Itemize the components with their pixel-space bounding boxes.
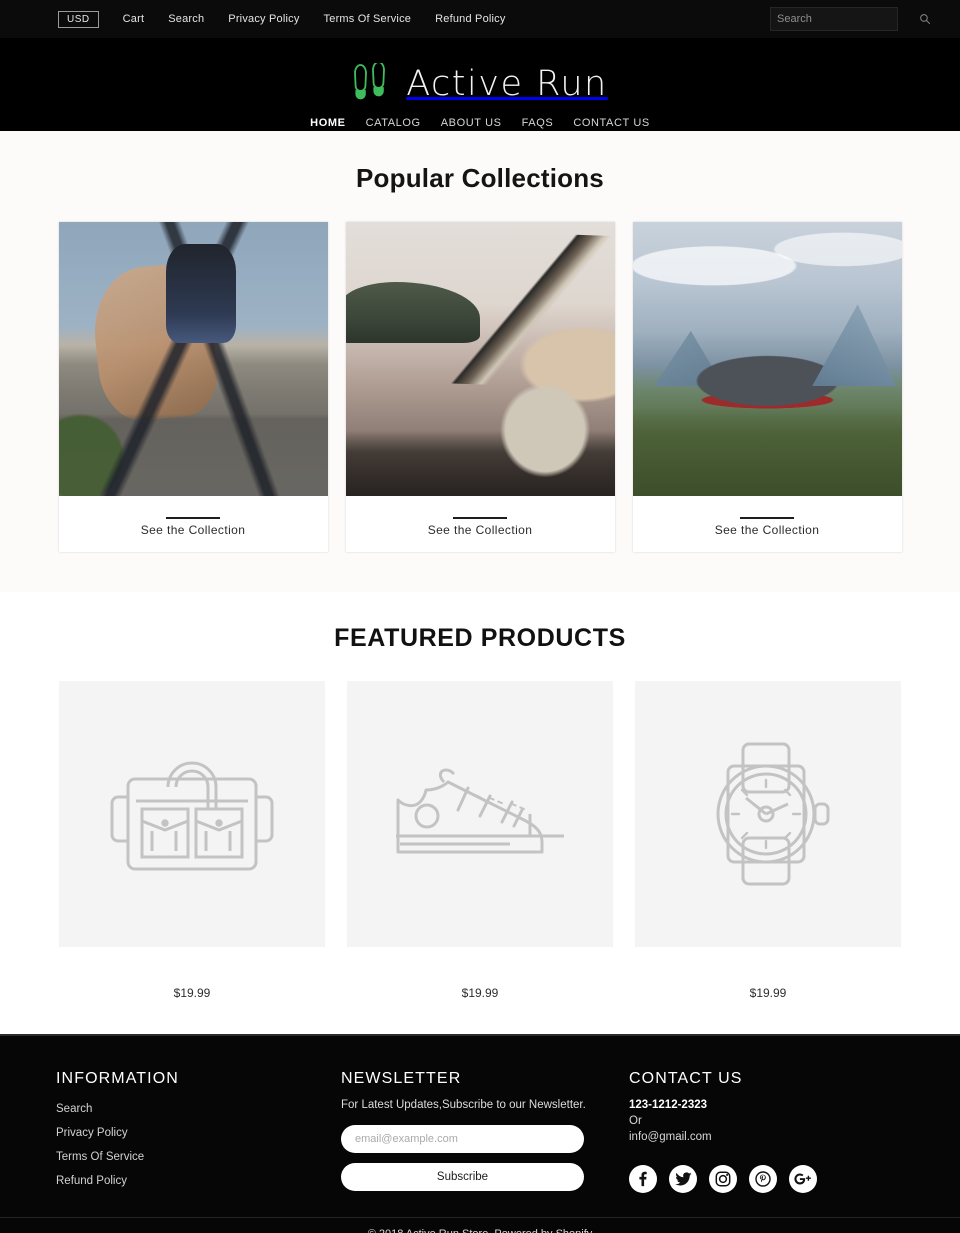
divider-rule bbox=[166, 517, 220, 519]
camping-tent-photo bbox=[632, 222, 902, 496]
fishing-photo bbox=[345, 222, 615, 496]
footer-link-privacy-policy[interactable]: Privacy Policy bbox=[56, 1127, 128, 1139]
site-header: Active Run HOME CATALOG ABOUT US FAQS CO… bbox=[0, 38, 960, 131]
search-input[interactable] bbox=[777, 13, 919, 25]
top-nav-link-terms-of-service[interactable]: Terms Of Service bbox=[312, 13, 424, 25]
instagram-glyph bbox=[715, 1171, 731, 1187]
collection-image-cycling[interactable] bbox=[58, 222, 328, 496]
sneaker-icon bbox=[396, 768, 564, 854]
top-nav-link-cart[interactable]: Cart bbox=[111, 13, 157, 25]
product-card[interactable]: $19.99 bbox=[635, 681, 901, 1000]
product-image-placeholder[interactable] bbox=[347, 681, 613, 947]
nav-item-catalog[interactable]: CATALOG bbox=[356, 116, 431, 131]
top-nav: Cart Search Privacy Policy Terms Of Serv… bbox=[111, 13, 518, 25]
currency-selector[interactable]: USD bbox=[58, 10, 99, 28]
product-card[interactable]: $19.99 bbox=[59, 681, 325, 1000]
search-submit-button[interactable] bbox=[919, 12, 931, 26]
google-plus-icon[interactable] bbox=[789, 1165, 817, 1193]
contact-or-label: Or bbox=[629, 1115, 642, 1127]
cycling-photo bbox=[58, 222, 328, 496]
twitter-glyph bbox=[674, 1171, 692, 1186]
logo-text: Active Run bbox=[406, 64, 608, 104]
top-nav-link-search[interactable]: Search bbox=[156, 13, 216, 25]
nav-item-about-us[interactable]: ABOUT US bbox=[431, 116, 512, 131]
contact-phone: 123-1212-2323 bbox=[629, 1099, 708, 1111]
footer-contact-column: CONTACT US 123-1212-2323 Or info@gmail.c… bbox=[629, 1070, 904, 1195]
footer-newsletter-title: NEWSLETTER bbox=[341, 1070, 462, 1087]
bag-icon bbox=[110, 761, 274, 871]
newsletter-subtitle: For Latest Updates,Subscribe to our News… bbox=[341, 1099, 586, 1111]
top-nav-link-refund-policy[interactable]: Refund Policy bbox=[423, 13, 517, 25]
footer-information-title: INFORMATION bbox=[56, 1070, 179, 1087]
nav-item-faqs[interactable]: FAQS bbox=[512, 116, 564, 131]
footer-link-refund-policy[interactable]: Refund Policy bbox=[56, 1175, 127, 1187]
facebook-glyph bbox=[639, 1171, 647, 1187]
see-collection-link[interactable]: See the Collection bbox=[428, 523, 533, 537]
twitter-icon[interactable] bbox=[669, 1165, 697, 1193]
main-nav: HOME CATALOG ABOUT US FAQS CONTACT US bbox=[0, 109, 960, 131]
see-collection-link[interactable]: See the Collection bbox=[715, 523, 820, 537]
collection-card[interactable]: See the Collection bbox=[58, 222, 328, 552]
product-card[interactable]: $19.99 bbox=[347, 681, 613, 1000]
instagram-icon[interactable] bbox=[709, 1165, 737, 1193]
newsletter-email-input[interactable] bbox=[341, 1125, 584, 1153]
collection-card[interactable]: See the Collection bbox=[345, 222, 615, 552]
facebook-icon[interactable] bbox=[629, 1165, 657, 1193]
pinterest-glyph bbox=[755, 1171, 771, 1187]
footer-information-column: INFORMATION Search Privacy Policy Terms … bbox=[56, 1070, 341, 1195]
nav-item-contact-us[interactable]: CONTACT US bbox=[563, 116, 660, 131]
collection-card[interactable]: See the Collection bbox=[632, 222, 902, 552]
product-image-placeholder[interactable] bbox=[59, 681, 325, 947]
footer-link-terms-of-service[interactable]: Terms Of Service bbox=[56, 1151, 144, 1163]
divider-rule bbox=[453, 517, 507, 519]
social-links bbox=[629, 1165, 904, 1193]
product-price: $19.99 bbox=[461, 986, 499, 1000]
top-nav-link-privacy-policy[interactable]: Privacy Policy bbox=[216, 13, 311, 25]
see-collection-link[interactable]: See the Collection bbox=[141, 523, 246, 537]
popular-collections-section: Popular Collections See the Collection S… bbox=[0, 131, 960, 592]
featured-products-grid: $19.99 $19.99 $19.99 bbox=[0, 681, 960, 1000]
product-price: $19.99 bbox=[749, 986, 787, 1000]
product-price: $19.99 bbox=[173, 986, 211, 1000]
footprints-icon bbox=[354, 62, 386, 99]
collections-grid: See the Collection See the Collection Se… bbox=[0, 222, 960, 552]
collections-title: Popular Collections bbox=[356, 163, 604, 193]
site-footer: INFORMATION Search Privacy Policy Terms … bbox=[0, 1034, 960, 1233]
collection-image-fishing[interactable] bbox=[345, 222, 615, 496]
footer-contact-title: CONTACT US bbox=[629, 1070, 743, 1087]
divider-rule bbox=[740, 517, 794, 519]
featured-products-title: FEATURED PRODUCTS bbox=[334, 624, 626, 652]
site-logo[interactable]: Active Run bbox=[352, 62, 608, 107]
product-image-placeholder[interactable] bbox=[635, 681, 901, 947]
footer-link-search[interactable]: Search bbox=[56, 1103, 92, 1115]
nav-item-home[interactable]: HOME bbox=[300, 116, 355, 131]
contact-email: info@gmail.com bbox=[629, 1131, 712, 1143]
header-search[interactable] bbox=[770, 7, 931, 31]
google-plus-glyph bbox=[794, 1173, 811, 1185]
top-bar: USD Cart Search Privacy Policy Terms Of … bbox=[0, 0, 960, 38]
copyright-text: © 2018 Active Run Store. Powered by Shop… bbox=[0, 1217, 960, 1233]
pinterest-icon[interactable] bbox=[749, 1165, 777, 1193]
watch-icon bbox=[716, 742, 830, 886]
footer-newsletter-column: NEWSLETTER For Latest Updates,Subscribe … bbox=[341, 1070, 629, 1195]
collection-image-camping[interactable] bbox=[632, 222, 902, 496]
featured-products-section: FEATURED PRODUCTS $19.99 $19.99 $19.99 bbox=[0, 592, 960, 1034]
search-icon bbox=[920, 14, 931, 25]
newsletter-subscribe-button[interactable]: Subscribe bbox=[341, 1163, 584, 1191]
